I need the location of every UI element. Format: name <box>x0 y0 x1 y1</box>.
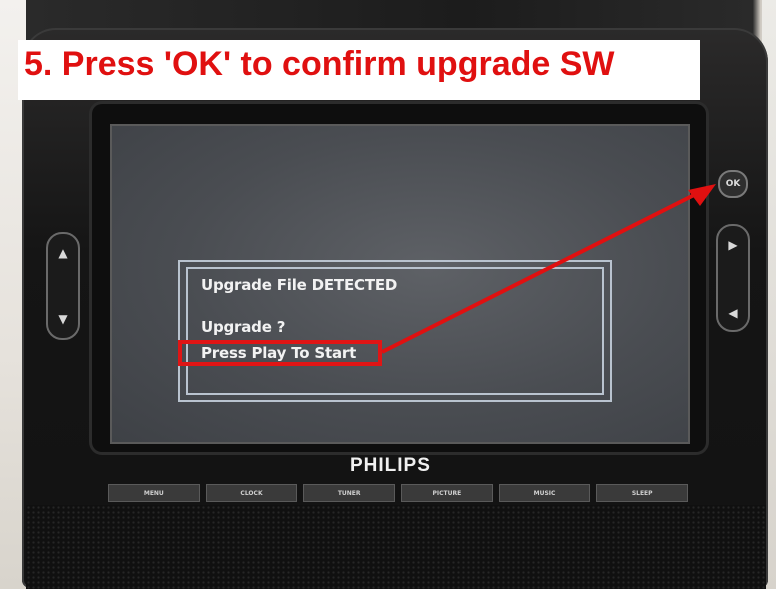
bottom-button-strip: MENU CLOCK TUNER PICTURE MUSIC SLEEP <box>108 484 689 502</box>
clock-button[interactable]: CLOCK <box>205 484 298 502</box>
arrow-shaft <box>381 190 701 354</box>
brand-logo: PHILIPS <box>350 455 431 476</box>
tuner-button[interactable]: TUNER <box>303 484 396 502</box>
sleep-button[interactable]: SLEEP <box>596 484 689 502</box>
speaker-grille <box>26 505 766 589</box>
menu-button[interactable]: MENU <box>108 484 200 502</box>
music-button[interactable]: MUSIC <box>498 484 591 502</box>
photo-frame: 5. Press 'OK' to confirm upgrade SW Upgr… <box>0 0 776 589</box>
picture-button[interactable]: PICTURE <box>401 484 493 502</box>
arrow-head <box>688 184 716 206</box>
